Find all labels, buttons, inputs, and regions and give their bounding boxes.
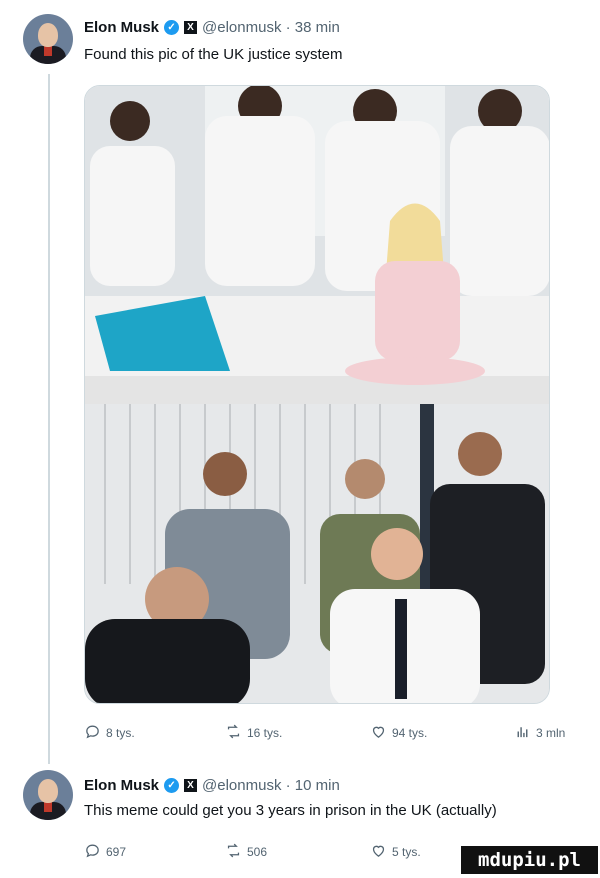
x-logo-icon: X bbox=[184, 778, 198, 792]
thread-line bbox=[48, 74, 50, 764]
repost-button[interactable]: 506 bbox=[225, 841, 267, 863]
like-count: 5 tys. bbox=[392, 845, 421, 859]
x-logo-icon: X bbox=[184, 20, 198, 34]
views-count: 3 mln bbox=[536, 726, 566, 740]
author-name[interactable]: Elon Musk bbox=[84, 19, 159, 36]
repost-count: 16 tys. bbox=[247, 726, 283, 740]
like-icon bbox=[370, 723, 387, 743]
photo-illustration bbox=[85, 404, 549, 703]
reply-count: 697 bbox=[106, 845, 127, 859]
repost-count: 506 bbox=[247, 845, 268, 859]
like-button[interactable]: 5 tys. bbox=[370, 841, 421, 863]
post-image[interactable] bbox=[84, 85, 550, 704]
reply-button[interactable]: 8 tys. bbox=[84, 722, 135, 744]
repost-button[interactable]: 16 tys. bbox=[225, 722, 282, 744]
verified-icon: ✓ bbox=[164, 19, 180, 35]
photo-illustration bbox=[85, 86, 549, 404]
post-text: This meme could get you 3 years in priso… bbox=[84, 802, 497, 819]
watermark: mdupiu.pl bbox=[461, 846, 598, 874]
like-icon bbox=[370, 842, 387, 862]
reply-button[interactable]: 697 bbox=[84, 841, 126, 863]
repost-icon bbox=[225, 723, 242, 743]
author-name[interactable]: Elon Musk bbox=[84, 777, 159, 794]
post-header: Elon Musk ✓ X @elonmusk · 10 min bbox=[84, 775, 340, 795]
verified-icon: ✓ bbox=[164, 777, 180, 793]
repost-icon bbox=[225, 842, 242, 862]
reply-count: 8 tys. bbox=[106, 726, 135, 740]
image-panel-top bbox=[85, 86, 549, 404]
author-handle[interactable]: @elonmusk · 10 min bbox=[202, 777, 340, 794]
post-header: Elon Musk ✓ X @elonmusk · 38 min bbox=[84, 17, 340, 37]
like-count: 94 tys. bbox=[392, 726, 428, 740]
avatar[interactable] bbox=[23, 770, 73, 820]
views-button[interactable]: 3 mln bbox=[514, 722, 565, 744]
avatar[interactable] bbox=[23, 14, 73, 64]
post-text: Found this pic of the UK justice system bbox=[84, 46, 343, 63]
like-button[interactable]: 94 tys. bbox=[370, 722, 427, 744]
image-panel-bottom bbox=[85, 404, 549, 703]
reply-icon bbox=[84, 723, 101, 743]
reply-icon bbox=[84, 842, 101, 862]
post-actions: 8 tys. 16 tys. 94 tys. 3 mln bbox=[84, 722, 574, 744]
author-handle[interactable]: @elonmusk · 38 min bbox=[202, 19, 340, 36]
views-icon bbox=[514, 723, 531, 743]
